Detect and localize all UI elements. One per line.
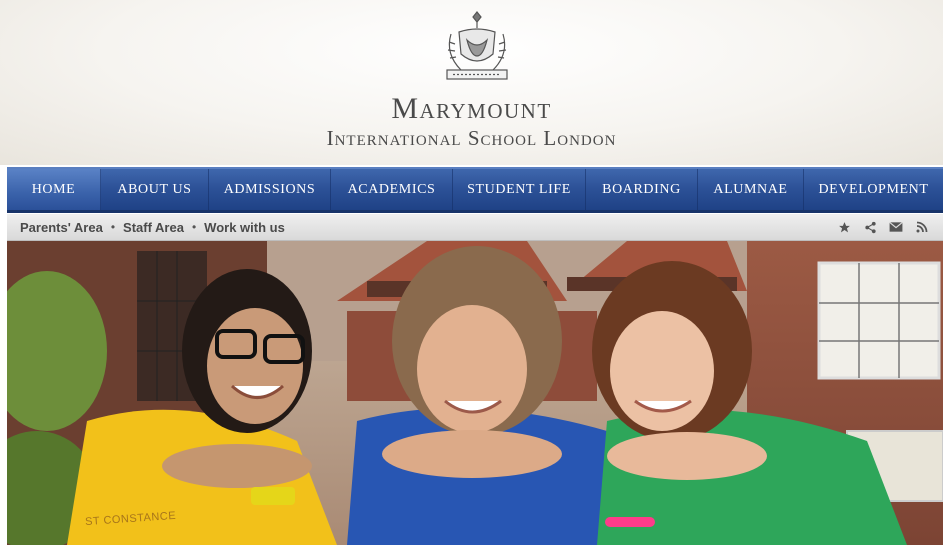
share-icon[interactable] [863, 220, 877, 234]
school-crest-logo[interactable] [441, 10, 513, 84]
utility-bar: Parents' Area • Staff Area • Work with u… [7, 214, 943, 241]
school-name-title: Marymount [391, 92, 552, 125]
nav-item-student-life[interactable]: Student Life [453, 169, 586, 210]
parents-area-link[interactable]: Parents' Area [20, 220, 103, 235]
nav-item-about-us[interactable]: About Us [101, 169, 209, 210]
work-with-us-link[interactable]: Work with us [204, 220, 285, 235]
main-navigation: Home About Us Admissions Academics Stude… [7, 167, 943, 213]
rss-icon[interactable] [915, 220, 929, 234]
site-header: Marymount International School London [0, 0, 943, 165]
star-icon[interactable] [837, 220, 851, 234]
nav-item-alumnae[interactable]: Alumnae [698, 169, 804, 210]
mail-icon[interactable] [889, 220, 903, 234]
separator: • [110, 220, 116, 234]
utility-links: Parents' Area • Staff Area • Work with u… [7, 220, 285, 235]
staff-area-link[interactable]: Staff Area [123, 220, 184, 235]
separator: • [191, 220, 197, 234]
hero-banner-image: ST CONSTANCE [7, 241, 943, 545]
school-name-subtitle: International School London [326, 126, 617, 150]
nav-item-boarding[interactable]: Boarding [586, 169, 698, 210]
nav-item-academics[interactable]: Academics [331, 169, 453, 210]
nav-item-admissions[interactable]: Admissions [209, 169, 331, 210]
nav-item-home[interactable]: Home [7, 169, 101, 210]
nav-item-development[interactable]: Development [804, 169, 943, 210]
utility-icons [837, 220, 943, 234]
